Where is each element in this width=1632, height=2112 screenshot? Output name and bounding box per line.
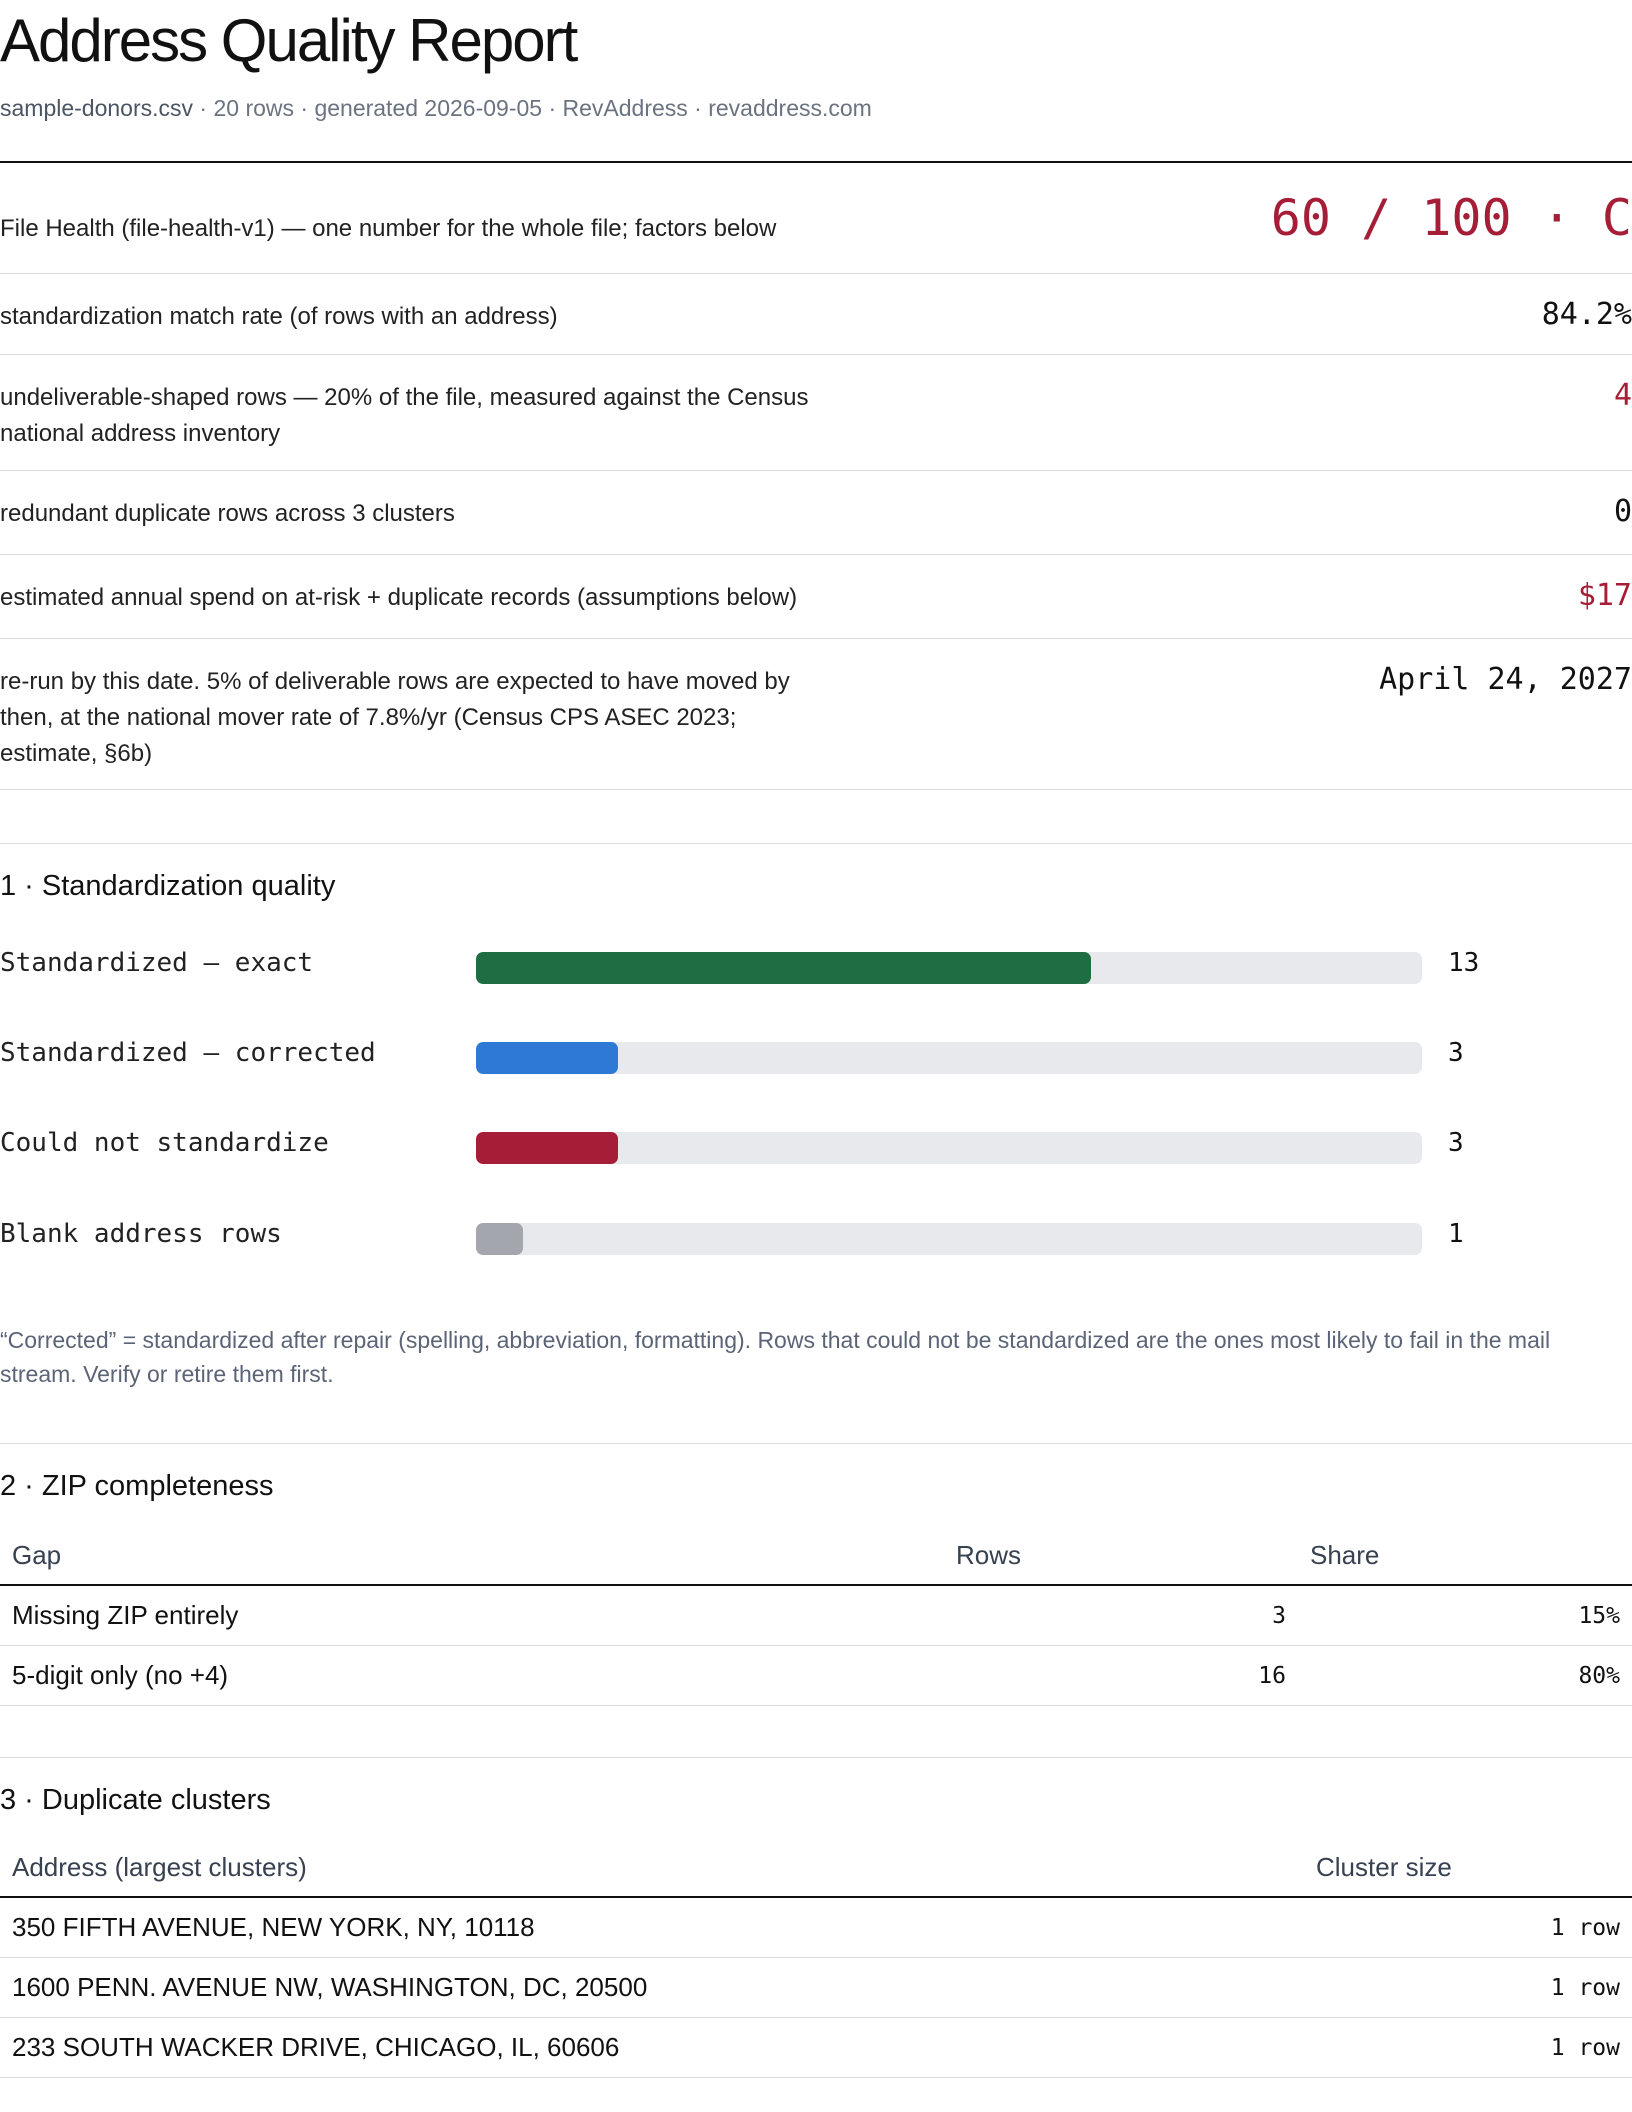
bar-fill: [476, 1132, 618, 1164]
standardization-note: “Corrected” = standardized after repair …: [0, 1327, 1551, 1387]
column-header-share: Share: [1298, 1526, 1632, 1586]
kpi-label: redundant duplicate rows across 3 cluste…: [0, 500, 455, 527]
table-row: Missing ZIP entirely 3 15%: [0, 1585, 1632, 1646]
kpi-label: undeliverable-shaped rows — 20% of the f…: [0, 384, 809, 447]
bar-count: 3: [1448, 1128, 1464, 1158]
cell-share: 15%: [1298, 1585, 1632, 1646]
cell-gap: Missing ZIP entirely: [0, 1585, 944, 1646]
column-header-address: Address (largest clusters): [0, 1838, 1304, 1898]
bar-count: 13: [1448, 948, 1480, 978]
section-title-zip: 2 · ZIP completeness: [0, 1470, 274, 1502]
kpi-value: April 24, 2027: [1379, 662, 1632, 697]
bar-label: Could not standardize: [0, 1128, 329, 1158]
bar-count: 3: [1448, 1038, 1464, 1068]
bar-count: 1: [1448, 1219, 1464, 1249]
duplicate-table: Address (largest clusters) Cluster size …: [0, 1838, 1632, 2078]
kpi-label: re-run by this date. 5% of deliverable r…: [0, 668, 790, 767]
table-row: 233 SOUTH WACKER DRIVE, CHICAGO, IL, 606…: [0, 2017, 1632, 2078]
kpi-rerun-date: re-run by this date. 5% of deliverable r…: [0, 638, 1632, 790]
section-title-standardization: 1 · Standardization quality: [0, 870, 336, 902]
report-meta-details: · 20 rows · generated 2026-09-05 · RevAd…: [193, 95, 872, 121]
section-divider: [0, 1757, 1632, 1758]
kpi-value: 60 / 100 · C: [1270, 189, 1632, 247]
kpi-value: 4: [1613, 378, 1632, 413]
cell-gap: 5-digit only (no +4): [0, 1645, 944, 1706]
section-title-duplicates: 3 · Duplicate clusters: [0, 1784, 271, 1816]
kpi-file-health: File Health (file-health-v1) — one numbe…: [0, 163, 1632, 274]
table-header-row: Gap Rows Share: [0, 1526, 1632, 1586]
cell-cluster-size: 1 row: [1304, 1957, 1632, 2018]
kpi-label: standardization match rate (of rows with…: [0, 303, 558, 330]
kpi-duplicates: redundant duplicate rows across 3 cluste…: [0, 470, 1632, 555]
cell-share: 80%: [1298, 1645, 1632, 1706]
column-header-cluster-size: Cluster size: [1304, 1838, 1632, 1898]
column-header-gap: Gap: [0, 1526, 944, 1586]
bar-row-blank: Blank address rows 1: [0, 1217, 1632, 1257]
table-row: 5-digit only (no +4) 16 80%: [0, 1645, 1632, 1706]
section-divider: [0, 1443, 1632, 1444]
kpi-label: File Health (file-health-v1) — one numbe…: [0, 215, 777, 242]
table-row: 350 FIFTH AVENUE, NEW YORK, NY, 10118 1 …: [0, 1897, 1632, 1958]
bar-fill: [476, 952, 1091, 984]
bar-track: [476, 952, 1422, 984]
kpi-value: 84.2%: [1541, 297, 1632, 332]
kpi-match-rate: standardization match rate (of rows with…: [0, 273, 1632, 355]
bar-row-exact: Standardized — exact 13: [0, 946, 1632, 986]
column-header-rows: Rows: [944, 1526, 1298, 1586]
kpi-undeliverable: undeliverable-shaped rows — 20% of the f…: [0, 354, 1632, 471]
bar-label: Standardized — exact: [0, 948, 314, 978]
bar-track: [476, 1042, 1422, 1074]
bar-label: Blank address rows: [0, 1219, 282, 1249]
bar-fill: [476, 1042, 618, 1074]
cell-cluster-size: 1 row: [1304, 1897, 1632, 1958]
report-meta: sample-donors.csv · 20 rows · generated …: [0, 95, 872, 122]
kpi-label: estimated annual spend on at-risk + dupl…: [0, 584, 798, 611]
table-header-row: Address (largest clusters) Cluster size: [0, 1838, 1632, 1898]
bar-track: [476, 1132, 1422, 1164]
table-row: 1600 PENN. AVENUE NW, WASHINGTON, DC, 20…: [0, 1957, 1632, 2018]
page-title: Address Quality Report: [0, 7, 578, 74]
kpi-value: $17: [1577, 578, 1632, 613]
bar-row-not-standardized: Could not standardize 3: [0, 1126, 1632, 1166]
bar-row-corrected: Standardized — corrected 3: [0, 1036, 1632, 1076]
bar-track: [476, 1223, 1422, 1255]
bar-fill: [476, 1223, 524, 1255]
cell-address: 1600 PENN. AVENUE NW, WASHINGTON, DC, 20…: [0, 1957, 1304, 2018]
cell-address: 233 SOUTH WACKER DRIVE, CHICAGO, IL, 606…: [0, 2017, 1304, 2078]
bar-label: Standardized — corrected: [0, 1038, 376, 1068]
zip-table: Gap Rows Share Missing ZIP entirely 3 15…: [0, 1526, 1632, 1706]
cell-rows: 3: [944, 1585, 1298, 1646]
cell-address: 350 FIFTH AVENUE, NEW YORK, NY, 10118: [0, 1897, 1304, 1958]
section-divider: [0, 843, 1632, 844]
cell-cluster-size: 1 row: [1304, 2017, 1632, 2078]
file-name: sample-donors.csv: [0, 95, 194, 121]
kpi-value: 0: [1613, 494, 1632, 529]
kpi-annual-spend: estimated annual spend on at-risk + dupl…: [0, 554, 1632, 639]
cell-rows: 16: [944, 1645, 1298, 1706]
